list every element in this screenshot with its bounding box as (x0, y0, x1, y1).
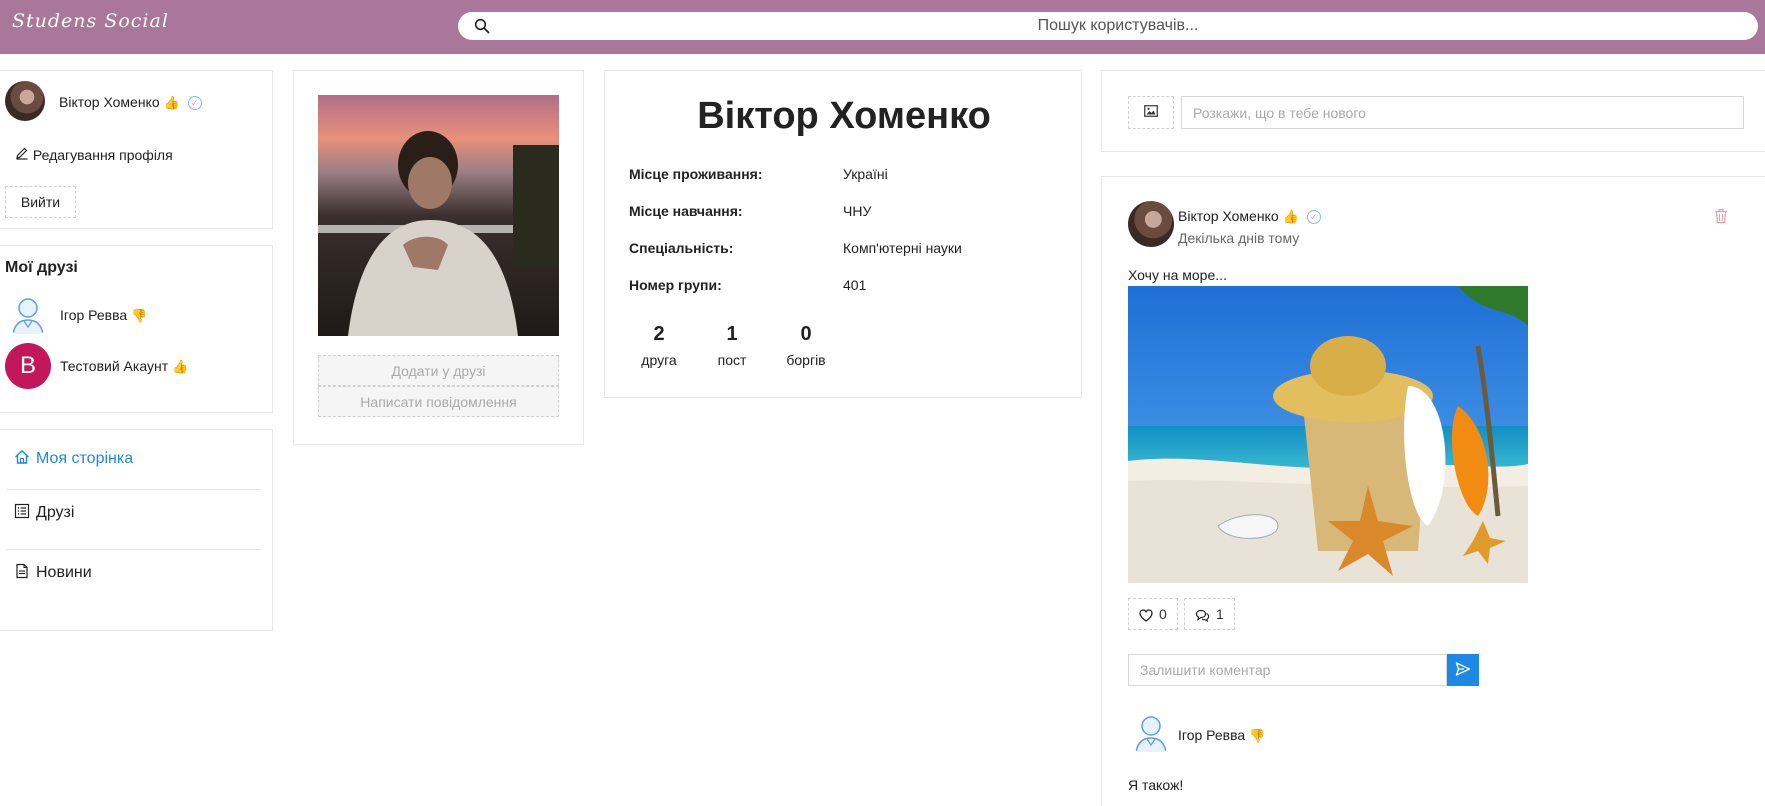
thumbs-up-icon: 👍 (163, 95, 180, 110)
nav-label: Друзі (36, 504, 75, 521)
post-author-row: Віктор Хоменко 👍 ✓ (1178, 208, 1321, 225)
info-label: Номер групи: (629, 277, 722, 293)
user-name-row: Віктор Хоменко 👍 ✓ (59, 94, 202, 111)
nav-item-my-page[interactable]: Моя сторінка (14, 449, 260, 473)
comment-input[interactable] (1128, 654, 1447, 686)
stat-label: боргів (786, 352, 826, 368)
friend-name-row: Тестовий Акаунт 👍 (60, 358, 188, 375)
pencil-icon (16, 147, 28, 160)
app-logo[interactable]: Studens Social (12, 10, 169, 32)
nav-item-news[interactable]: Новини (14, 563, 260, 587)
search-icon (474, 18, 490, 34)
thumbs-down-icon: 👎 (131, 308, 148, 323)
document-icon (16, 563, 28, 579)
list-icon (14, 503, 30, 519)
profile-name: Віктор Хоменко (697, 95, 991, 137)
compose-card (1101, 70, 1765, 152)
friend-item[interactable]: В Тестовий Акаунт 👍 (5, 343, 265, 389)
add-friend-button[interactable]: Додати у друзі (318, 355, 559, 386)
send-icon (1455, 661, 1471, 676)
avatar[interactable] (1128, 201, 1174, 247)
avatar[interactable] (5, 81, 45, 121)
profile-photo-card: Додати у друзі Написати повідомлення (293, 70, 584, 445)
attach-image-button[interactable] (1128, 96, 1174, 129)
heart-icon (1139, 609, 1153, 622)
post-timestamp: Декілька днів тому (1178, 230, 1300, 246)
like-button[interactable]: 0 (1128, 598, 1178, 630)
profile-info-card: Віктор Хоменко Місце проживання: Україні… (604, 70, 1082, 398)
info-value: 401 (843, 277, 867, 293)
stat-debts[interactable]: 0 боргів (771, 323, 841, 368)
comment-author[interactable]: Ігор Ревва (1178, 727, 1245, 743)
friend-name-row: Ігор Ревва 👎 (60, 307, 147, 324)
post-image[interactable] (1128, 286, 1528, 583)
thumbs-up-icon: 👍 (1282, 209, 1299, 224)
friend-name[interactable]: Ігор Ревва (60, 307, 127, 323)
nav-item-friends[interactable]: Друзі (14, 503, 260, 527)
home-icon (15, 450, 29, 464)
image-icon (1144, 105, 1158, 117)
profile-photo[interactable] (318, 95, 559, 336)
divider (6, 549, 261, 550)
stat-value: 1 (726, 323, 738, 345)
search-bar[interactable] (458, 12, 1758, 40)
trash-icon[interactable] (1714, 208, 1728, 224)
post-card: Віктор Хоменко 👍 ✓ Декілька днів тому Хо… (1101, 176, 1765, 806)
person-avatar-icon (1128, 710, 1174, 756)
friends-title: Мої друзі (5, 259, 78, 276)
edit-profile-label: Редагування профіля (32, 147, 173, 163)
friends-card: Мої друзі Ігор Ревва 👎 В Тестовий Акаунт… (0, 245, 273, 413)
friend-name[interactable]: Тестовий Акаунт (60, 358, 168, 374)
compose-input[interactable] (1181, 96, 1744, 129)
comment-text: Я також! (1128, 777, 1184, 793)
nav-label: Новини (36, 564, 92, 581)
stat-value: 2 (653, 323, 665, 345)
thumbs-down-icon: 👎 (1249, 728, 1266, 743)
post-text: Хочу на море... (1128, 267, 1227, 283)
verified-icon: ✓ (1306, 210, 1321, 225)
divider (6, 489, 261, 490)
info-value: ЧНУ (843, 203, 872, 219)
search-input[interactable] (498, 12, 1738, 40)
user-name[interactable]: Віктор Хоменко (59, 94, 160, 110)
stat-value: 0 (800, 323, 812, 345)
friend-item[interactable]: Ігор Ревва 👎 (5, 292, 265, 338)
nav-card: Моя сторінка Друзі Новини (0, 429, 273, 631)
send-comment-button[interactable] (1447, 654, 1479, 686)
stat-label: пост (717, 352, 747, 368)
comment-count: 1 (1216, 606, 1224, 622)
user-card: Віктор Хоменко 👍 ✓ Редагування профіля В… (0, 70, 273, 229)
comments-button[interactable]: 1 (1184, 598, 1235, 630)
info-label: Місце проживання: (629, 166, 763, 182)
post-author[interactable]: Віктор Хоменко (1178, 208, 1279, 224)
top-bar: Studens Social (0, 0, 1765, 54)
edit-profile-link[interactable]: Редагування профіля (15, 146, 173, 163)
verified-icon: ✓ (187, 96, 202, 111)
info-value: Комп'ютерні науки (843, 240, 962, 256)
comment-author-row: Ігор Ревва 👎 (1178, 727, 1265, 744)
info-label: Місце навчання: (629, 203, 743, 219)
person-avatar-icon (5, 292, 51, 338)
nav-label: Моя сторінка (36, 450, 134, 467)
letter-avatar: В (5, 343, 51, 389)
info-label: Спеціальність: (629, 240, 734, 256)
thumbs-up-icon: 👍 (172, 359, 189, 374)
stat-posts[interactable]: 1 пост (697, 323, 767, 368)
stat-friends[interactable]: 2 друга (624, 323, 694, 368)
info-value: Україні (843, 166, 888, 182)
stat-label: друга (641, 352, 677, 368)
like-count: 0 (1159, 606, 1167, 622)
logout-button[interactable]: Вийти (5, 186, 76, 218)
send-message-button[interactable]: Написати повідомлення (318, 386, 559, 417)
comment-icon (1195, 609, 1210, 623)
